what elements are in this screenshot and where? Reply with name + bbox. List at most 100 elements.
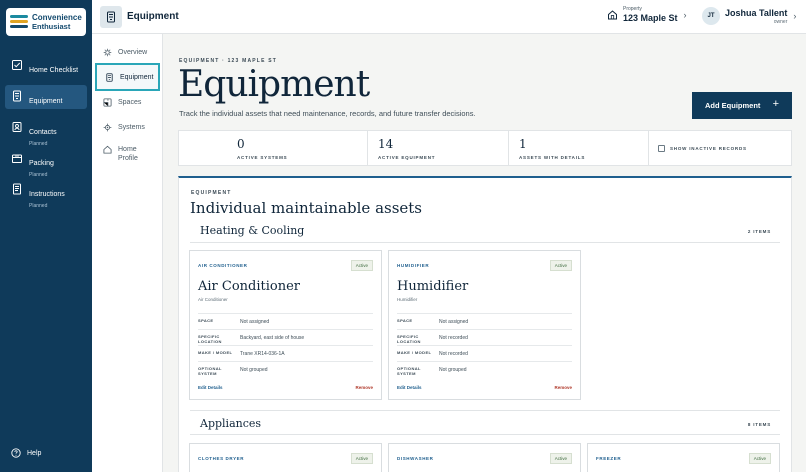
panel-title: Individual maintainable assets (190, 199, 423, 217)
help-label: Help (27, 449, 42, 457)
subnav-item-home-profile[interactable]: Home Profile (95, 145, 160, 163)
edit-details-link[interactable]: Edit Details (397, 385, 422, 390)
panel-eyebrow: EQUIPMENT (191, 190, 232, 196)
checkbox[interactable] (658, 144, 665, 152)
sidebar-item-home-checklist[interactable]: Home Checklist (5, 54, 87, 78)
plus-icon: + (772, 98, 779, 110)
main-content: EQUIPMENT · 123 MAPLE ST Equipment Track… (163, 34, 806, 472)
stat-value: 1 (519, 137, 527, 151)
card-title: Air Conditioner (198, 279, 301, 294)
contacts-icon (12, 122, 22, 132)
sidebar-item-contacts[interactable]: Contacts Planned (5, 116, 87, 147)
house-icon (608, 10, 617, 20)
equipment-icon (107, 11, 115, 23)
detail-key: OPTIONAL SYSTEM (198, 366, 222, 376)
sidebar-item-status: Planned (29, 203, 48, 209)
stat-assets-with-details: 1 ASSETS WITH DETAILS (509, 131, 649, 165)
sidebar-item-instructions[interactable]: Instructions Planned (5, 178, 87, 209)
chevron-right-icon: › (683, 9, 687, 20)
sidebar-item-label: Packing (29, 160, 54, 167)
property-switcher[interactable]: Property 123 Maple St › (607, 6, 687, 23)
detail-value: Not recorded (439, 335, 468, 341)
stat-active-equipment: 14 ACTIVE EQUIPMENT (368, 131, 509, 165)
property-caption: Property (623, 6, 642, 12)
equipment-icon (13, 90, 21, 102)
subnav-item-spaces[interactable]: Spaces (95, 98, 160, 107)
detail-row-location: SPECIFIC LOCATION Backyard, east side of… (198, 329, 373, 345)
subnav-item-equipment[interactable]: Equipment (95, 63, 160, 91)
page-description: Track the individual assets that need ma… (179, 109, 476, 118)
detail-value: Not grouped (240, 367, 268, 373)
detail-row-space: SPACE Not assigned (198, 313, 373, 329)
subnav-item-overview[interactable]: Overview (95, 48, 160, 57)
group-title-heating-cooling: Heating & Cooling (200, 224, 305, 237)
divider (190, 242, 780, 243)
equipment-card-freezer: FREEZER Active (587, 443, 780, 472)
spaces-icon (103, 98, 112, 107)
remove-button[interactable]: Remove (355, 385, 373, 390)
show-inactive-toggle[interactable]: SHOW INACTIVE RECORDS (649, 131, 747, 165)
detail-row-location: SPECIFIC LOCATION Not recorded (397, 329, 572, 345)
checklist-icon (12, 60, 22, 70)
subnav-item-label: Equipment (120, 74, 154, 81)
status-badge: Active (549, 260, 572, 271)
main-sidebar: Convenience Enthusiast Home Checklist Eq… (0, 0, 92, 472)
divider (190, 410, 780, 411)
remove-button[interactable]: Remove (554, 385, 572, 390)
show-inactive-label: SHOW INACTIVE RECORDS (670, 145, 747, 151)
status-badge: Active (350, 260, 373, 271)
help-link[interactable]: Help (11, 448, 41, 458)
stat-label: ACTIVE SYSTEMS (237, 155, 288, 160)
detail-row-system: OPTIONAL SYSTEM Not grouped (198, 361, 373, 377)
equipment-icon (106, 73, 113, 82)
user-name: Joshua Tallent (725, 7, 788, 18)
sidebar-item-label: Instructions (29, 191, 65, 198)
detail-key: SPECIFIC LOCATION (198, 334, 222, 344)
subnav-item-systems[interactable]: Systems (95, 123, 160, 132)
main-nav: Home Checklist Equipment Contacts Planne… (5, 54, 87, 209)
edit-details-link[interactable]: Edit Details (198, 385, 223, 390)
section-subnav: Overview Equipment Spaces Systems Home P… (92, 34, 163, 472)
card-title: Humidifier (397, 279, 469, 294)
equipment-card-clothes-dryer: CLOTHES DRYER Active (189, 443, 382, 472)
card-subtitle: Humidifier (397, 297, 418, 302)
detail-row-make-model: MAKE / MODEL Not recorded (397, 345, 572, 361)
stat-label: ACTIVE EQUIPMENT (378, 155, 436, 160)
detail-row-make-model: MAKE / MODEL Trane XR14-036-1A (198, 345, 373, 361)
stats-bar: 0 ACTIVE SYSTEMS 14 ACTIVE EQUIPMENT 1 A… (178, 130, 792, 166)
logo-line-1: Convenience (32, 13, 82, 22)
house-icon (103, 145, 112, 154)
sidebar-item-status: Planned (29, 141, 48, 147)
systems-icon (103, 123, 112, 132)
detail-value: Not assigned (240, 319, 270, 325)
subnav-item-label: Systems (118, 124, 145, 131)
divider (190, 434, 780, 435)
logo-line-2: Enthusiast (32, 22, 71, 31)
user-menu[interactable]: JT Joshua Tallent owner › (702, 7, 796, 25)
add-equipment-button[interactable]: Add Equipment + (692, 92, 792, 119)
logo-text: Convenience Enthusiast (32, 13, 82, 31)
group-count: 8 ITEMS (747, 422, 771, 427)
sidebar-item-packing[interactable]: Packing Planned (5, 147, 87, 178)
stat-label: ASSETS WITH DETAILS (519, 155, 586, 160)
equipment-card-air-conditioner: AIR CONDITIONER Active Air Conditioner A… (189, 250, 382, 400)
logo-icon (9, 12, 29, 32)
detail-key: OPTIONAL SYSTEM (397, 366, 421, 376)
help-icon (11, 448, 21, 458)
group-count: 2 ITEMS (747, 229, 771, 234)
card-eyebrow: AIR CONDITIONER (198, 263, 248, 268)
detail-value: Not assigned (439, 319, 469, 325)
subnav-item-label: Home Profile (118, 146, 138, 162)
card-subtitle: Air Conditioner (198, 297, 228, 302)
sidebar-item-equipment[interactable]: Equipment (5, 85, 87, 109)
document-icon (13, 183, 21, 195)
subnav-item-label: Spaces (118, 99, 142, 106)
app-logo[interactable]: Convenience Enthusiast (6, 8, 86, 36)
detail-value: Backyard, east side of house (240, 335, 305, 341)
box-icon (12, 154, 22, 163)
stat-value: 14 (378, 137, 394, 151)
overview-icon (103, 48, 112, 57)
top-bar: Equipment Property 123 Maple St › JT Jos… (92, 0, 806, 34)
detail-value: Not grouped (439, 367, 467, 373)
stat-active-systems: 0 ACTIVE SYSTEMS (179, 131, 368, 165)
